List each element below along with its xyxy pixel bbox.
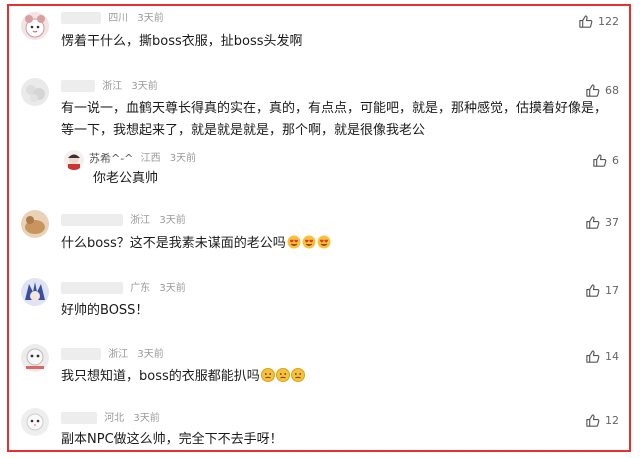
like-button[interactable]: 68: [585, 82, 619, 98]
comment-text: 好帅的BOSS！: [61, 303, 149, 318]
comment-meta: 浙江 3天前: [61, 348, 164, 362]
avatar[interactable]: [64, 150, 84, 170]
region-label: 河北: [104, 413, 125, 424]
timestamp: 3天前: [159, 215, 186, 226]
region-label: 广东: [130, 283, 151, 294]
like-count: 122: [598, 14, 619, 28]
thumbs-up-icon: [586, 349, 600, 363]
worried-emoji: [260, 368, 275, 382]
region-label: 四川: [108, 13, 129, 24]
thumbs-up-icon: [586, 83, 600, 97]
avatar[interactable]: [21, 12, 49, 40]
region-label: 浙江: [102, 81, 123, 92]
like-button[interactable]: 12: [585, 412, 619, 428]
comment-text: 等一下，我想起来了，就是就是就是，那个啊，就是很像我老公: [61, 123, 426, 138]
username[interactable]: [61, 282, 123, 294]
thumbs-up-icon: [593, 153, 607, 167]
username[interactable]: [61, 12, 101, 24]
like-button[interactable]: 17: [585, 282, 619, 298]
like-count: 6: [612, 153, 619, 167]
comment-meta: 广东 3天前: [61, 282, 186, 296]
username[interactable]: 苏希^-^: [89, 152, 133, 165]
comment-text-body: 我只想知道，boss的衣服都能扒吗: [61, 369, 260, 384]
comment-meta: 四川 3天前: [61, 12, 164, 26]
like-count: 14: [605, 349, 619, 363]
reply-meta: 苏希^-^ 江西 3天前: [89, 152, 196, 166]
region-label: 浙江: [108, 349, 129, 360]
username[interactable]: [61, 214, 123, 226]
avatar[interactable]: [21, 278, 49, 306]
avatar[interactable]: [21, 210, 49, 238]
like-count: 17: [605, 283, 619, 297]
like-count: 12: [605, 413, 619, 427]
avatar[interactable]: [21, 344, 49, 372]
comment-list: 四川 3天前 122 愣着干什么，撕boss衣服，扯boss头发啊 浙江 3天前…: [7, 4, 631, 452]
username[interactable]: [61, 412, 97, 424]
timestamp: 3天前: [169, 153, 197, 164]
avatar[interactable]: [21, 78, 49, 106]
timestamp: 3天前: [133, 413, 160, 424]
region-label: 浙江: [130, 215, 151, 226]
comment-meta: 河北 3天前: [61, 412, 160, 426]
like-button[interactable]: 37: [585, 214, 619, 230]
like-button[interactable]: 14: [585, 348, 619, 364]
thumbs-up-icon: [586, 413, 600, 427]
heart-eyes-emoji: [317, 235, 331, 249]
like-count: 68: [605, 83, 619, 97]
timestamp: 3天前: [137, 349, 164, 360]
timestamp: 3天前: [137, 13, 164, 24]
comment-text-body: 什么boss？这不是我素未谋面的老公吗: [61, 236, 286, 251]
comment-text: 我只想知道，boss的衣服都能扒吗: [61, 366, 305, 388]
worried-emoji: [275, 368, 290, 382]
like-count: 37: [605, 215, 619, 229]
timestamp: 3天前: [159, 283, 186, 294]
comment-meta: 浙江 3天前: [61, 80, 158, 94]
like-button[interactable]: 6: [592, 152, 619, 168]
comment-text: 有一说一，血鹤天尊长得真的实在，真的，有点点，可能吧，就是，那种感觉，估摸着好像…: [61, 101, 608, 116]
avatar[interactable]: [21, 408, 49, 436]
comment-text: 副本NPC做这么帅，完全下不去手呀！: [61, 432, 283, 447]
comment-meta: 浙江 3天前: [61, 214, 186, 228]
thumbs-up-icon: [586, 215, 600, 229]
thumbs-up-icon: [579, 14, 593, 28]
username[interactable]: [61, 80, 95, 92]
thumbs-up-icon: [586, 283, 600, 297]
username[interactable]: [61, 348, 101, 360]
like-button[interactable]: 122: [578, 13, 619, 29]
region-label: 江西: [140, 153, 161, 164]
comment-text: 什么boss？这不是我素未谋面的老公吗: [61, 233, 331, 255]
timestamp: 3天前: [131, 81, 158, 92]
reply-text: 你老公真帅: [93, 171, 159, 186]
heart-eyes-emoji: [302, 235, 316, 249]
worried-emoji: [290, 368, 305, 382]
heart-eyes-emoji: [287, 235, 301, 249]
comment-text: 愣着干什么，撕boss衣服，扯boss头发啊: [61, 34, 303, 49]
